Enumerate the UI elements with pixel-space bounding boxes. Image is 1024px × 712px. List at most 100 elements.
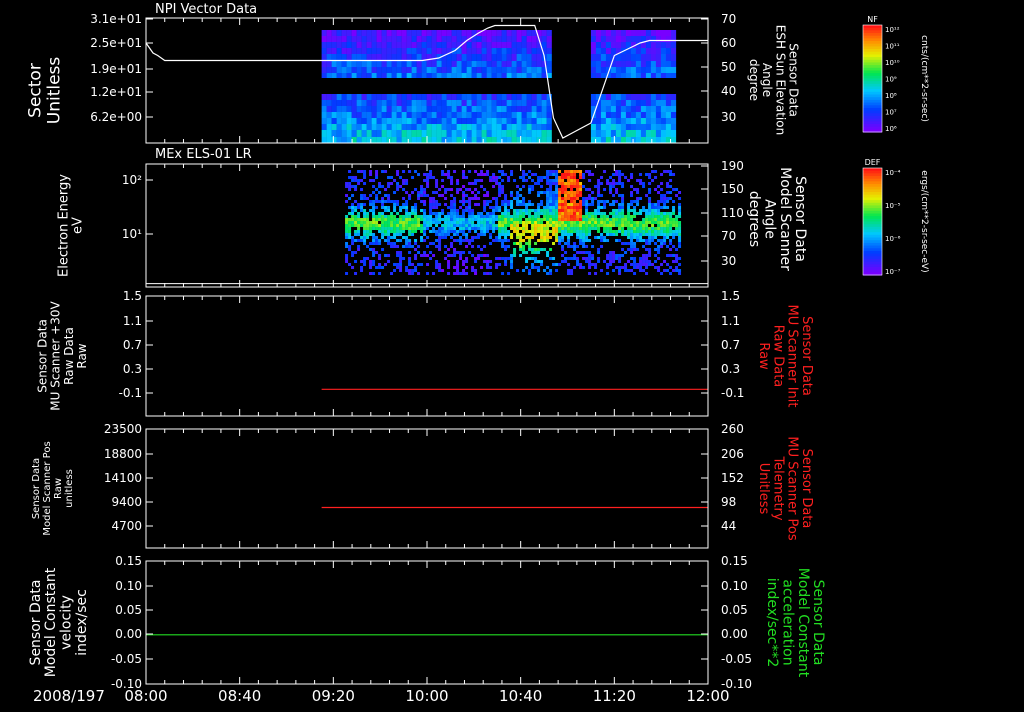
els-cell — [447, 263, 451, 266]
els-cell — [558, 224, 562, 227]
npi-cell — [491, 124, 497, 130]
els-cell — [624, 269, 628, 272]
els-cell — [408, 221, 412, 224]
npi-cell — [541, 124, 547, 130]
els-cell — [498, 257, 502, 260]
npi-cell — [371, 36, 377, 42]
npi-cell — [441, 67, 447, 73]
npi-cell — [456, 94, 462, 100]
npi-cell — [331, 106, 337, 112]
els-cell — [570, 245, 574, 248]
els-cell — [462, 176, 466, 179]
npi-cell — [391, 130, 397, 137]
els-cell — [441, 236, 445, 239]
els-cell — [678, 221, 682, 224]
els-cell — [429, 221, 433, 224]
els-cell — [483, 272, 487, 275]
npi-cell — [665, 61, 672, 67]
npi-cell — [451, 73, 457, 78]
els-spectrogram — [345, 170, 682, 275]
npi-cell — [541, 42, 547, 48]
els-cell — [582, 218, 586, 221]
els-cell — [540, 239, 544, 242]
els-cell — [594, 212, 598, 215]
els-cell — [450, 176, 454, 179]
npi-cell — [630, 118, 637, 124]
els-cell — [543, 269, 547, 272]
els-cell — [471, 191, 475, 194]
y2-tick-label: 0.15 — [721, 554, 748, 568]
els-cell — [540, 212, 544, 215]
npi-cell — [630, 67, 637, 73]
els-cell — [435, 185, 439, 188]
y2-tick-label: 30 — [721, 254, 736, 268]
els-cell — [456, 215, 460, 218]
time-tick-label: 10:40 — [499, 687, 542, 705]
npi-cell — [620, 94, 627, 100]
npi-cell — [521, 36, 527, 42]
els-cell — [540, 263, 544, 266]
axis-label-line: Sensor Data — [787, 43, 801, 117]
npi-cell — [521, 124, 527, 130]
els-cell — [528, 236, 532, 239]
els-cell — [498, 236, 502, 239]
npi-cell — [321, 30, 327, 36]
npi-cell — [331, 36, 337, 42]
els-cell — [423, 194, 427, 197]
els-cell — [489, 212, 493, 215]
els-cell — [513, 212, 517, 215]
els-cell — [402, 182, 406, 185]
els-cell — [633, 209, 637, 212]
els-cell — [564, 230, 568, 233]
els-cell — [441, 179, 445, 182]
els-cell — [363, 170, 367, 173]
els-cell — [480, 266, 484, 269]
els-cell — [393, 230, 397, 233]
els-cell — [534, 224, 538, 227]
npi-cell — [381, 61, 387, 67]
els-cell — [381, 170, 385, 173]
els-cell — [633, 260, 637, 263]
els-cell — [573, 194, 577, 197]
els-cell — [432, 212, 436, 215]
els-cell — [597, 224, 601, 227]
els-cell — [531, 218, 535, 221]
npi-cell — [481, 48, 487, 54]
npi-cell — [536, 100, 542, 106]
els-cell — [672, 230, 676, 233]
npi-cell — [496, 106, 502, 112]
els-cell — [450, 194, 454, 197]
npi-cell — [446, 130, 452, 137]
els-cell — [612, 182, 616, 185]
els-cell — [639, 269, 643, 272]
npi-cell — [531, 137, 537, 143]
els-cell — [411, 218, 415, 221]
els-cell — [426, 173, 430, 176]
els-cell — [618, 239, 622, 242]
els-cell — [558, 197, 562, 200]
npi-cell — [476, 48, 482, 54]
els-cell — [363, 215, 367, 218]
els-cell — [396, 254, 400, 257]
els-cell — [540, 227, 544, 230]
els-cell — [429, 200, 433, 203]
els-cell — [537, 218, 541, 221]
els-cell — [357, 182, 361, 185]
els-cell — [372, 260, 376, 263]
els-cell — [591, 203, 595, 206]
els-cell — [462, 221, 466, 224]
npi-cell — [456, 130, 462, 137]
els-cell — [528, 221, 532, 224]
els-cell — [654, 188, 658, 191]
els-cell — [576, 218, 580, 221]
npi-cell — [625, 67, 632, 73]
npi-cell — [471, 106, 477, 112]
colorbar-tick-label: 10⁻⁵ — [885, 202, 901, 210]
npi-cell — [670, 30, 677, 36]
els-cell — [495, 227, 499, 230]
els-cell — [435, 212, 439, 215]
els-cell — [495, 257, 499, 260]
els-cell — [648, 230, 652, 233]
npi-cell — [491, 67, 497, 73]
npi-cell — [635, 61, 642, 67]
